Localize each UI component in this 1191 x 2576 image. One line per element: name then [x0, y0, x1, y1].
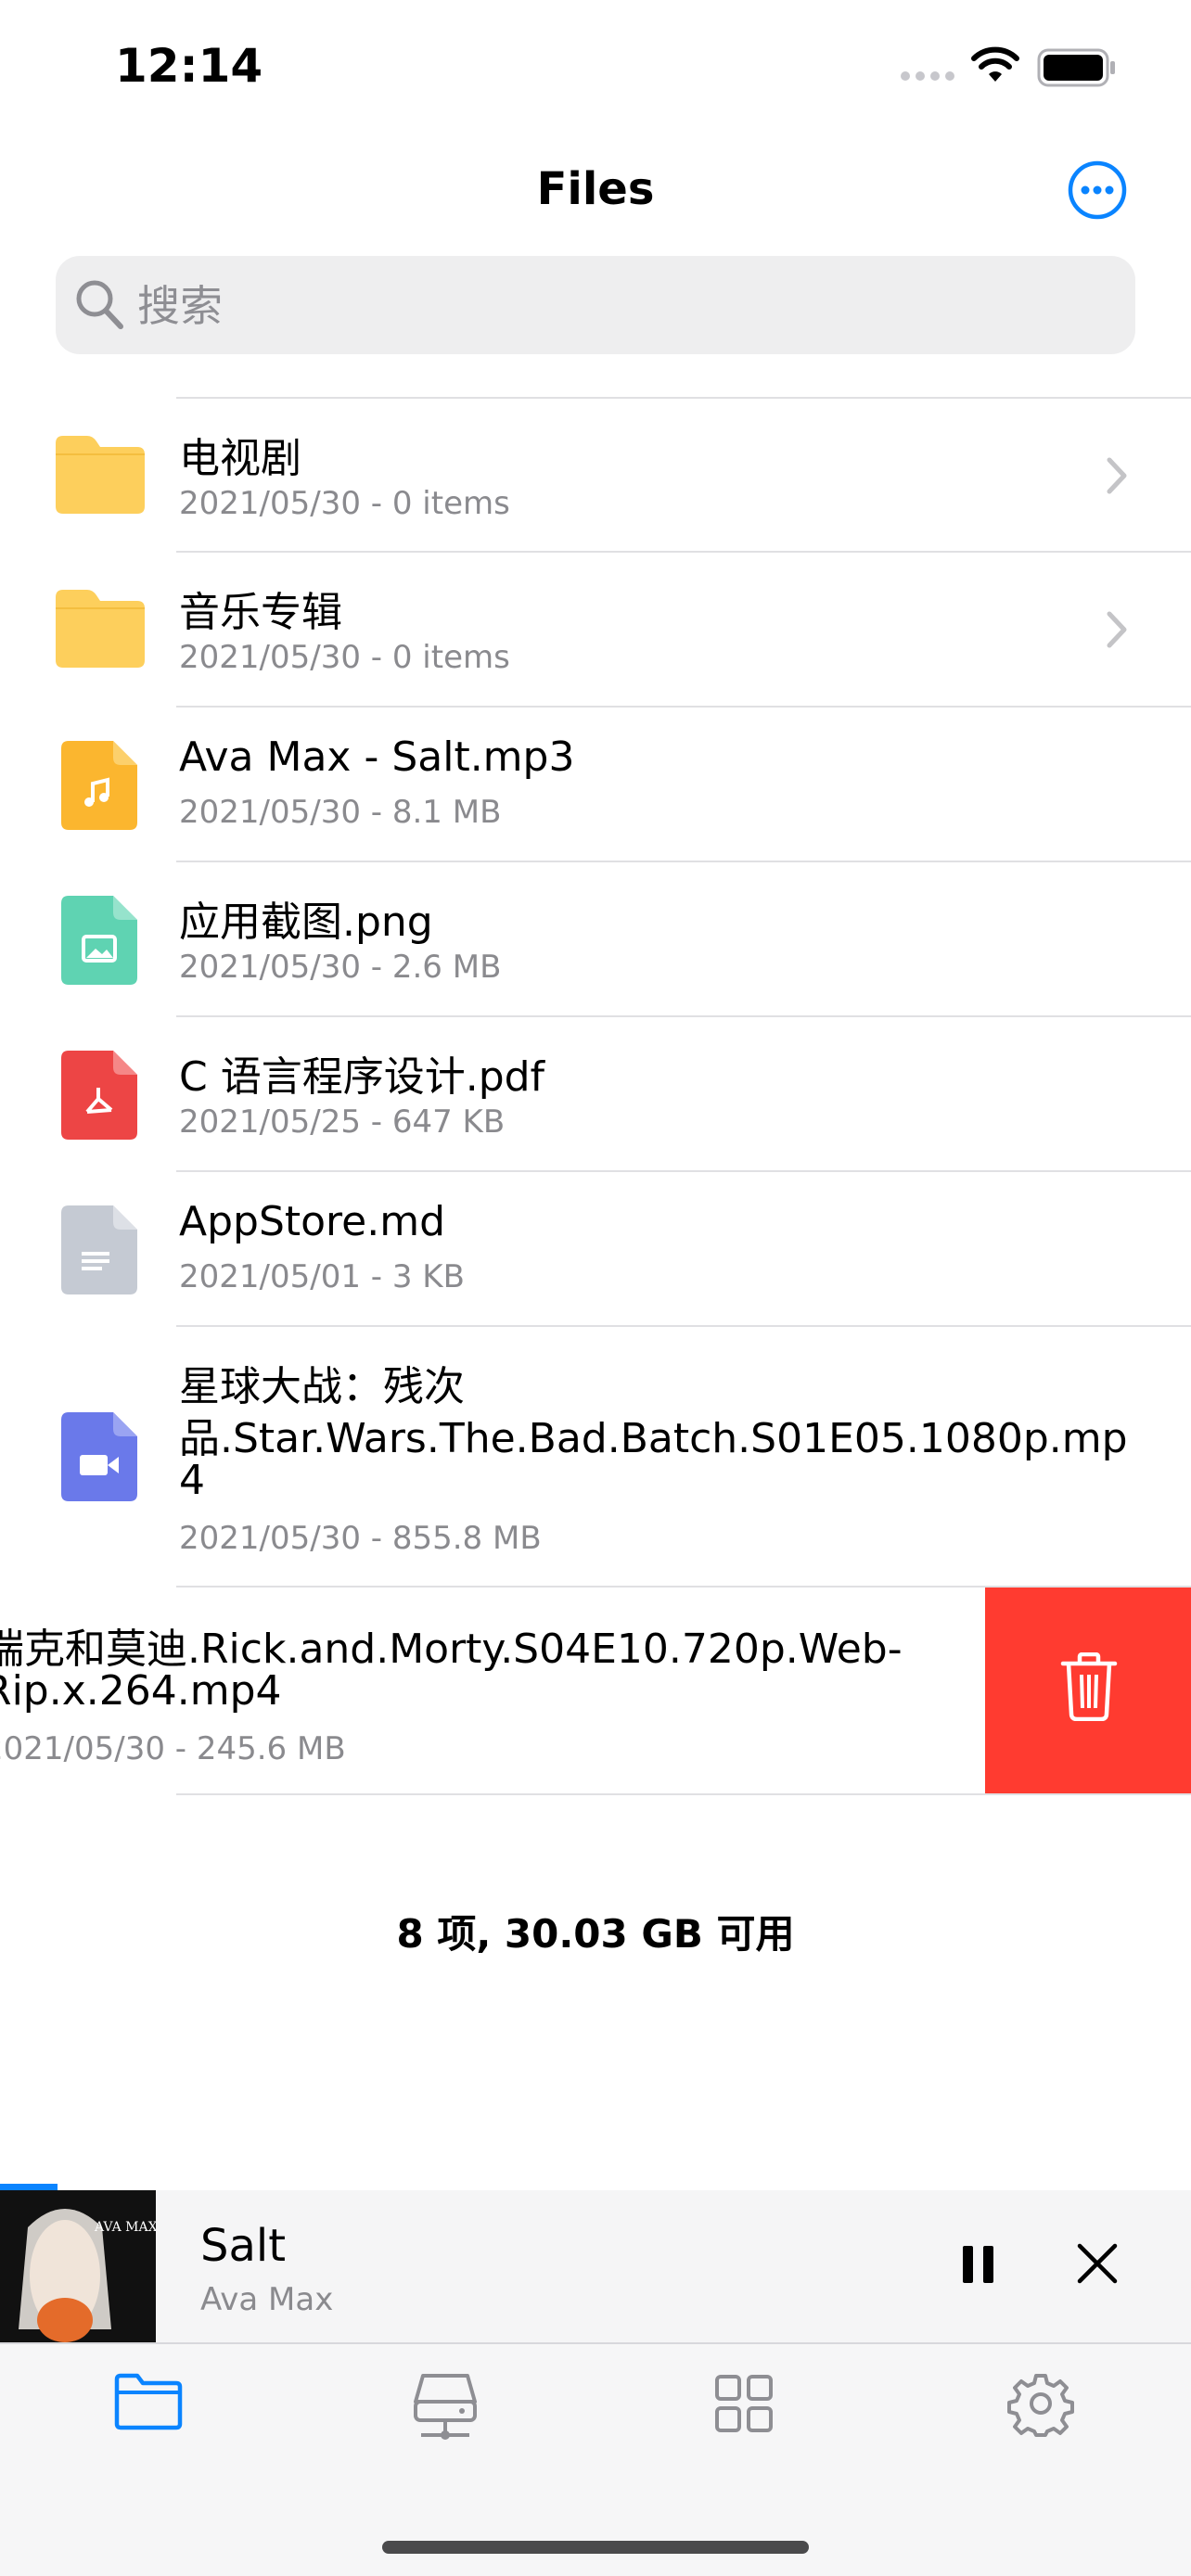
- file-name-line: 星球大战：残次: [179, 1363, 465, 1410]
- file-name: C 语言程序设计.pdf: [179, 1053, 545, 1101]
- list-item-file[interactable]: Ava Max - Salt.mp3 2021/05/30 - 8.1 MB: [0, 708, 1191, 860]
- list-item-file[interactable]: 星球大战：残次 品.Star.Wars.The.Bad.Batch.S01E05…: [0, 1327, 1191, 1587]
- network-drive-icon: [414, 2374, 477, 2440]
- folder-icon: [56, 436, 145, 514]
- list-separator: [176, 1793, 1191, 1795]
- tab-network[interactable]: [390, 2363, 501, 2455]
- folder-icon: [114, 2373, 183, 2430]
- more-options-icon[interactable]: [1067, 159, 1128, 221]
- tab-files[interactable]: [93, 2363, 204, 2455]
- grid-icon: [715, 2375, 773, 2432]
- text-file-icon: [61, 1205, 137, 1294]
- track-title: Salt: [200, 2220, 287, 2272]
- file-meta: 2021/05/30 - 0 items: [179, 485, 510, 522]
- gear-icon: [1007, 2374, 1074, 2437]
- track-artist: Ava Max: [200, 2281, 334, 2318]
- tab-apps[interactable]: [688, 2363, 800, 2455]
- album-art-text: AVA MAX: [94, 2220, 156, 2235]
- file-name: 应用截图.png: [179, 899, 433, 946]
- file-meta: 2021/05/30 - 2.6 MB: [179, 949, 502, 986]
- file-meta: 2021/05/30 - 8.1 MB: [179, 794, 502, 831]
- video-file-icon: [61, 1412, 137, 1501]
- cellular-signal-icon: [901, 71, 954, 81]
- file-meta: 2021/05/01 - 3 KB: [179, 1258, 465, 1295]
- chevron-right-icon: [1107, 611, 1127, 648]
- file-name: 音乐专辑: [179, 589, 342, 636]
- file-meta: 2021/05/25 - 647 KB: [179, 1103, 506, 1141]
- pause-icon[interactable]: [961, 2244, 996, 2285]
- file-meta: 2021/05/30 - 245.6 MB: [0, 1730, 346, 1767]
- tab-settings[interactable]: [985, 2363, 1096, 2455]
- image-file-icon: [61, 896, 137, 985]
- file-meta: 2021/05/30 - 855.8 MB: [179, 1520, 542, 1557]
- file-name: AppStore.md: [179, 1198, 446, 1245]
- wifi-icon: [971, 46, 1019, 82]
- file-name-line: 瑞克和莫迪.Rick.and.Morty.S04E10.720p.Web-: [0, 1626, 903, 1673]
- mini-player[interactable]: [0, 2190, 1191, 2342]
- search-input[interactable]: [137, 278, 1102, 334]
- audio-file-icon: [61, 741, 137, 830]
- list-item-file[interactable]: C 语言程序设计.pdf 2021/05/25 - 647 KB: [0, 1017, 1191, 1169]
- folder-icon: [56, 590, 145, 668]
- search-icon: [76, 280, 123, 329]
- delete-button[interactable]: [985, 1588, 1191, 1793]
- file-name: 电视剧: [179, 435, 301, 482]
- list-item-folder[interactable]: 电视剧 2021/05/30 - 0 items: [0, 399, 1191, 551]
- close-icon[interactable]: [1076, 2242, 1119, 2285]
- file-name-line: Rip.x.264.mp4: [0, 1667, 282, 1715]
- status-time: 12:14: [115, 39, 263, 93]
- file-name-line: 4: [179, 1457, 205, 1504]
- album-art: AVA MAX: [0, 2190, 156, 2342]
- list-item-folder[interactable]: 音乐专辑 2021/05/30 - 0 items: [0, 553, 1191, 705]
- file-name: Ava Max - Salt.mp3: [179, 733, 575, 781]
- trash-icon: [1060, 1652, 1118, 1721]
- page-title: Files: [536, 163, 655, 215]
- storage-summary: 8 项, 30.03 GB 可用: [396, 1911, 795, 1957]
- list-item-file-swiped[interactable]: 瑞克和莫迪.Rick.and.Morty.S04E10.720p.Web- Ri…: [0, 1588, 985, 1793]
- pdf-file-icon: [61, 1051, 137, 1140]
- battery-icon: [1037, 48, 1115, 87]
- home-indicator: [382, 2541, 809, 2554]
- file-name-line: 品.Star.Wars.The.Bad.Batch.S01E05.1080p.m…: [179, 1415, 1128, 1462]
- file-meta: 2021/05/30 - 0 items: [179, 639, 510, 676]
- list-item-file[interactable]: 应用截图.png 2021/05/30 - 2.6 MB: [0, 862, 1191, 1014]
- chevron-right-icon: [1107, 457, 1127, 494]
- list-item-file[interactable]: AppStore.md 2021/05/01 - 3 KB: [0, 1172, 1191, 1324]
